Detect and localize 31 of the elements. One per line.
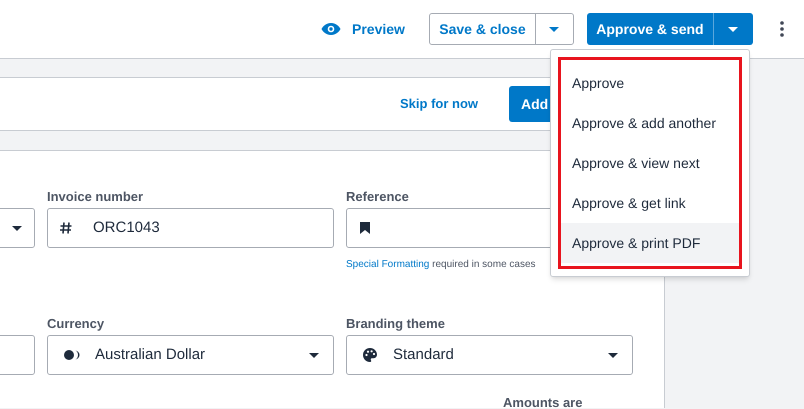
preview-button[interactable]: Preview <box>321 13 405 45</box>
kebab-icon <box>780 21 784 37</box>
amounts-label: Amounts are <box>503 394 584 408</box>
approve-options-button[interactable] <box>714 13 753 45</box>
field-label: Invoice number <box>47 188 144 206</box>
bookmark-icon <box>360 222 370 234</box>
coins-icon <box>64 350 80 360</box>
caret-icon <box>12 226 22 230</box>
branding-theme-dropdown[interactable]: Standard <box>346 335 633 375</box>
approve-send-button[interactable]: Approve & send <box>586 13 714 45</box>
field-value: Standard <box>393 344 454 365</box>
caret-icon <box>608 352 618 358</box>
field-label: Branding theme <box>346 315 446 333</box>
caret-icon <box>728 26 738 32</box>
dropdown-field[interactable] <box>0 208 35 248</box>
caret-icon <box>549 26 560 32</box>
caret-icon <box>309 352 319 358</box>
field-value: Australian Dollar <box>95 344 206 365</box>
currency-dropdown[interactable]: Australian Dollar <box>47 335 334 375</box>
field-value: ORC1043 <box>93 218 160 238</box>
eye-icon <box>321 22 341 36</box>
formatting-link[interactable]: Special Formatting <box>346 259 430 270</box>
hash-icon <box>60 222 72 234</box>
field-label: Reference <box>346 188 409 206</box>
text-field[interactable] <box>0 335 35 375</box>
menu-item[interactable]: Approve & print PDF <box>561 223 739 263</box>
field-label: Currency <box>47 315 106 333</box>
palette-icon <box>363 348 377 362</box>
save-close-button[interactable]: Save & close <box>430 14 536 44</box>
invoice-number-field[interactable]: ORC1043 <box>47 208 334 248</box>
skip-link[interactable]: Skip for now <box>400 94 478 114</box>
